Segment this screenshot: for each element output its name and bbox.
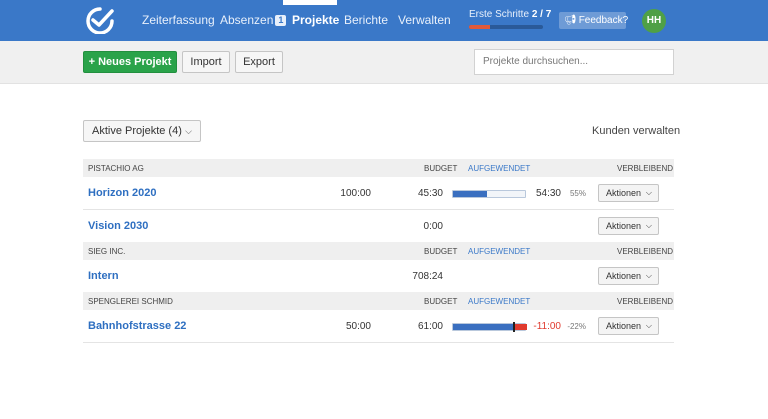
budget-overrun-fill — [514, 324, 527, 330]
export-button[interactable]: Export — [235, 51, 283, 73]
budget-progress-bar — [452, 190, 526, 198]
chevron-down-icon: ⌵ — [185, 126, 192, 136]
nav-item-verwalten[interactable]: Verwalten — [398, 13, 451, 27]
project-actions-dropdown[interactable]: Aktionen ⌵ — [598, 217, 659, 235]
project-search-input[interactable]: Projekte durchsuchen... — [474, 49, 674, 75]
nav-item-berichte[interactable]: Berichte — [344, 13, 388, 27]
client-name: PISTACHIO AG — [88, 164, 144, 173]
absenzen-count-badge: 1 — [275, 15, 287, 26]
project-spent: 0:00 — [423, 221, 443, 232]
project-remaining: -11:00 — [533, 321, 561, 332]
feedback-label: Feedback? — [578, 15, 629, 26]
chevron-down-icon: ⌵ — [645, 188, 652, 197]
spent-column-header[interactable]: AUFGEWENDET — [468, 297, 530, 306]
user-avatar[interactable]: HH — [642, 9, 666, 33]
chevron-down-icon: ⌵ — [645, 221, 652, 230]
project-remaining-percent: 55% — [569, 189, 586, 198]
budget-progress-fill — [453, 324, 514, 330]
remaining-column-header: VERBLEIBEND — [617, 247, 674, 256]
project-name-link[interactable]: Intern — [88, 270, 119, 282]
budget-column-header: BUDGET — [424, 247, 458, 256]
project-spent: 45:30 — [417, 188, 443, 199]
remaining-column-header: VERBLEIBEND — [617, 164, 674, 173]
project-budget: 100:00 — [340, 188, 371, 199]
project-name-link[interactable]: Vision 2030 — [88, 220, 148, 232]
import-button[interactable]: Import — [182, 51, 230, 73]
chevron-down-icon: ⌵ — [645, 271, 652, 280]
project-spent: 61:00 — [417, 321, 443, 332]
new-project-button[interactable]: + Neues Projekt — [83, 51, 177, 73]
nav-item-absenzen[interactable]: Absenzen 1 — [220, 13, 287, 27]
project-budget: 50:00 — [345, 321, 371, 332]
project-spent: 708:24 — [412, 271, 443, 282]
project-row: Vision 2030 0:00 Aktionen ⌵ — [83, 210, 674, 243]
nav-item-projekte[interactable]: Projekte — [292, 13, 339, 27]
budget-progress-fill — [453, 191, 487, 197]
onboarding-progress-fill — [469, 25, 491, 29]
plus-icon: + — [88, 56, 95, 68]
megaphone-icon: 📢︎ — [564, 15, 577, 26]
budget-column-header: BUDGET — [424, 164, 458, 173]
chevron-down-icon: ⌵ — [645, 321, 652, 330]
budget-column-header: BUDGET — [424, 297, 458, 306]
actions-label: Aktionen — [606, 188, 642, 198]
spent-column-header[interactable]: AUFGEWENDET — [468, 164, 530, 173]
logo-icon[interactable] — [84, 6, 116, 34]
client-group-header: PISTACHIO AG BUDGET AUFGEWENDET VERBLEIB… — [83, 159, 674, 177]
spent-column-header[interactable]: AUFGEWENDET — [468, 247, 530, 256]
actions-label: Aktionen — [606, 221, 642, 231]
onboarding-progress-bar — [469, 25, 543, 29]
client-group-header: SPENGLEREI SCHMID BUDGET AUFGEWENDET VER… — [83, 292, 674, 310]
budget-limit-marker — [513, 322, 515, 332]
onboarding-progress-text: 2 / 7 — [531, 9, 552, 20]
onboarding-label: Erste Schritte — [469, 9, 530, 20]
client-name: SIEG INC. — [88, 247, 126, 256]
project-name-link[interactable]: Bahnhofstrasse 22 — [88, 320, 186, 332]
budget-progress-bar — [452, 322, 527, 332]
actions-label: Aktionen — [606, 321, 642, 331]
nav-item-zeiterfassung[interactable]: Zeiterfassung — [142, 13, 215, 27]
remaining-column-header: VERBLEIBEND — [617, 297, 674, 306]
project-actions-dropdown[interactable]: Aktionen ⌵ — [598, 184, 659, 202]
project-row: Horizon 2020 100:00 45:30 54:30 55% Akti… — [83, 177, 674, 210]
active-tab-indicator — [283, 0, 337, 5]
project-status-filter-label: Aktive Projekte (4) — [92, 125, 182, 137]
project-name-link[interactable]: Horizon 2020 — [88, 187, 156, 199]
feedback-button[interactable]: 📢︎ Feedback? — [559, 12, 629, 29]
nav-item-absenzen-label: Absenzen — [220, 13, 274, 27]
project-row: Bahnhofstrasse 22 50:00 61:00 -11:00 -22… — [83, 310, 674, 343]
project-remaining-percent: -22% — [567, 322, 586, 331]
project-row: Intern 708:24 Aktionen ⌵ — [83, 260, 674, 293]
top-navigation: Zeiterfassung Absenzen 1 Projekte Bericht… — [0, 0, 768, 41]
project-status-filter[interactable]: Aktive Projekte (4) ⌵ — [83, 120, 201, 142]
project-actions-dropdown[interactable]: Aktionen ⌵ — [598, 317, 659, 335]
onboarding-progress[interactable]: Erste Schritte 2 / 7 — [469, 9, 551, 20]
actions-label: Aktionen — [606, 271, 642, 281]
client-name: SPENGLEREI SCHMID — [88, 297, 173, 306]
client-group-header: SIEG INC. BUDGET AUFGEWENDET VERBLEIBEND — [83, 242, 674, 260]
manage-clients-link[interactable]: Kunden verwalten — [592, 125, 680, 137]
project-actions-dropdown[interactable]: Aktionen ⌵ — [598, 267, 659, 285]
project-remaining: 54:30 — [535, 188, 561, 199]
new-project-label: Neues Projekt — [98, 56, 172, 68]
